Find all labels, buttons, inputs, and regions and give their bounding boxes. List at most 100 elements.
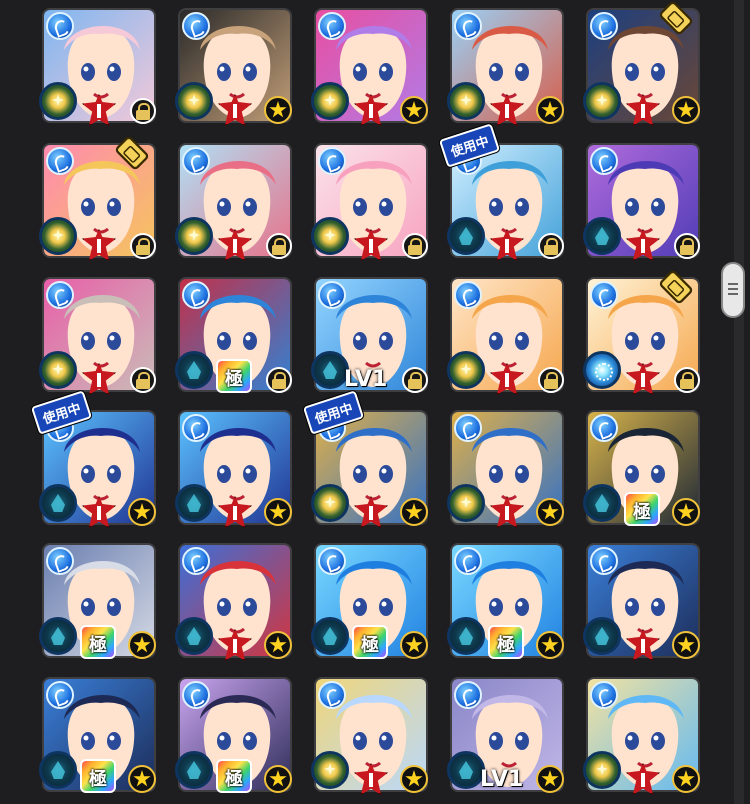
star-icon	[400, 498, 428, 526]
star-icon	[536, 765, 564, 793]
monster-card[interactable]: 極	[311, 543, 428, 659]
monster-grid: 使用中 極 LV1 使用中 使用中 極 極 極 極 極 極 LV1	[0, 0, 750, 804]
dark-ability-orb-icon	[311, 617, 349, 655]
water-element-icon	[590, 147, 618, 175]
gold-ability-orb-icon	[39, 217, 77, 255]
monster-card[interactable]	[447, 277, 564, 395]
extreme-badge-label: 極	[89, 635, 107, 656]
scrollbar-thumb[interactable]	[721, 262, 745, 318]
extreme-badge: 極	[488, 625, 524, 659]
water-element-icon	[182, 681, 210, 709]
lock-icon	[130, 367, 156, 393]
star-icon	[672, 498, 700, 526]
water-element-icon	[590, 414, 618, 442]
monster-card[interactable]	[311, 677, 428, 795]
star-icon	[128, 631, 156, 659]
monster-card[interactable]	[583, 268, 700, 395]
water-element-icon	[590, 12, 618, 40]
star-icon	[128, 498, 156, 526]
monster-card[interactable]	[39, 134, 156, 261]
monster-card[interactable]	[311, 143, 428, 261]
lock-icon	[266, 233, 292, 259]
monster-card[interactable]: 極	[447, 543, 564, 659]
extreme-badge-label: 極	[497, 635, 515, 656]
water-element-icon	[46, 281, 74, 309]
water-element-icon	[454, 414, 482, 442]
water-element-icon	[590, 547, 618, 575]
lock-icon	[674, 367, 700, 393]
water-element-icon	[182, 281, 210, 309]
extreme-badge: 極	[624, 492, 660, 526]
extreme-badge: 極	[216, 759, 252, 793]
star-icon	[128, 765, 156, 793]
scrollbar-track[interactable]	[734, 0, 744, 804]
extreme-badge: 極	[80, 759, 116, 793]
monster-card[interactable]	[175, 8, 292, 126]
gold-ability-orb-icon	[311, 82, 349, 120]
dark-ability-orb-icon	[175, 751, 213, 789]
water-element-icon	[590, 281, 618, 309]
water-element-icon	[318, 547, 346, 575]
monster-card[interactable]	[583, 0, 700, 126]
monster-card[interactable]: 使用中	[30, 390, 156, 528]
dark-ability-orb-icon	[175, 617, 213, 655]
monster-card[interactable]	[175, 543, 292, 661]
dark-ability-orb-icon	[583, 484, 621, 522]
monster-card[interactable]: 極	[39, 677, 156, 793]
star-icon	[672, 96, 700, 124]
monster-card[interactable]: 使用中	[302, 390, 428, 528]
monster-card[interactable]: 極	[175, 677, 292, 793]
lock-icon	[538, 233, 564, 259]
gold-ability-orb-icon	[39, 82, 77, 120]
gold-ability-orb-icon	[583, 751, 621, 789]
monster-card[interactable]	[583, 543, 700, 661]
gold-ability-orb-icon	[311, 217, 349, 255]
monster-card[interactable]	[311, 8, 428, 126]
extreme-badge: 極	[216, 359, 252, 393]
star-icon	[672, 631, 700, 659]
lock-icon	[402, 367, 428, 393]
monster-card[interactable]	[175, 410, 292, 528]
monster-card[interactable]	[583, 143, 700, 261]
extreme-badge-label: 極	[89, 769, 107, 790]
star-icon	[264, 96, 292, 124]
monster-card[interactable]	[583, 677, 700, 795]
extreme-badge-label: 極	[633, 502, 651, 523]
monster-card[interactable]	[447, 410, 564, 528]
monster-card[interactable]	[447, 8, 564, 126]
level-label: LV1	[480, 767, 524, 792]
dark-ability-orb-icon	[39, 484, 77, 522]
lock-icon	[538, 367, 564, 393]
star-icon	[672, 765, 700, 793]
extreme-badge: 極	[80, 625, 116, 659]
monster-card[interactable]	[39, 8, 156, 126]
gold-ability-orb-icon	[175, 217, 213, 255]
water-element-icon	[318, 147, 346, 175]
gold-ability-orb-icon	[447, 484, 485, 522]
dark-ability-orb-icon	[447, 217, 485, 255]
monster-card[interactable]: 極	[175, 277, 292, 393]
monster-card[interactable]: LV1	[311, 277, 428, 393]
star-icon	[536, 631, 564, 659]
monster-card[interactable]: 極	[39, 543, 156, 659]
monster-card[interactable]	[175, 143, 292, 261]
water-element-icon	[318, 681, 346, 709]
star-icon	[536, 96, 564, 124]
lock-icon	[402, 233, 428, 259]
water-element-icon	[182, 12, 210, 40]
dark-ability-orb-icon	[39, 751, 77, 789]
water-element-icon	[46, 547, 74, 575]
extreme-badge-label: 極	[225, 769, 243, 790]
gold-ability-orb-icon	[175, 82, 213, 120]
monster-card[interactable]: LV1	[447, 677, 564, 793]
dark-ability-orb-icon	[583, 617, 621, 655]
lock-icon	[266, 367, 292, 393]
water-element-icon	[318, 12, 346, 40]
gold-ability-orb-icon	[39, 351, 77, 389]
water-element-icon	[182, 414, 210, 442]
monster-card[interactable]: 使用中	[438, 123, 564, 261]
monster-card[interactable]: 極	[583, 410, 700, 526]
extreme-badge-label: 極	[361, 635, 379, 656]
gold-ability-orb-icon	[311, 751, 349, 789]
monster-card[interactable]	[39, 277, 156, 395]
